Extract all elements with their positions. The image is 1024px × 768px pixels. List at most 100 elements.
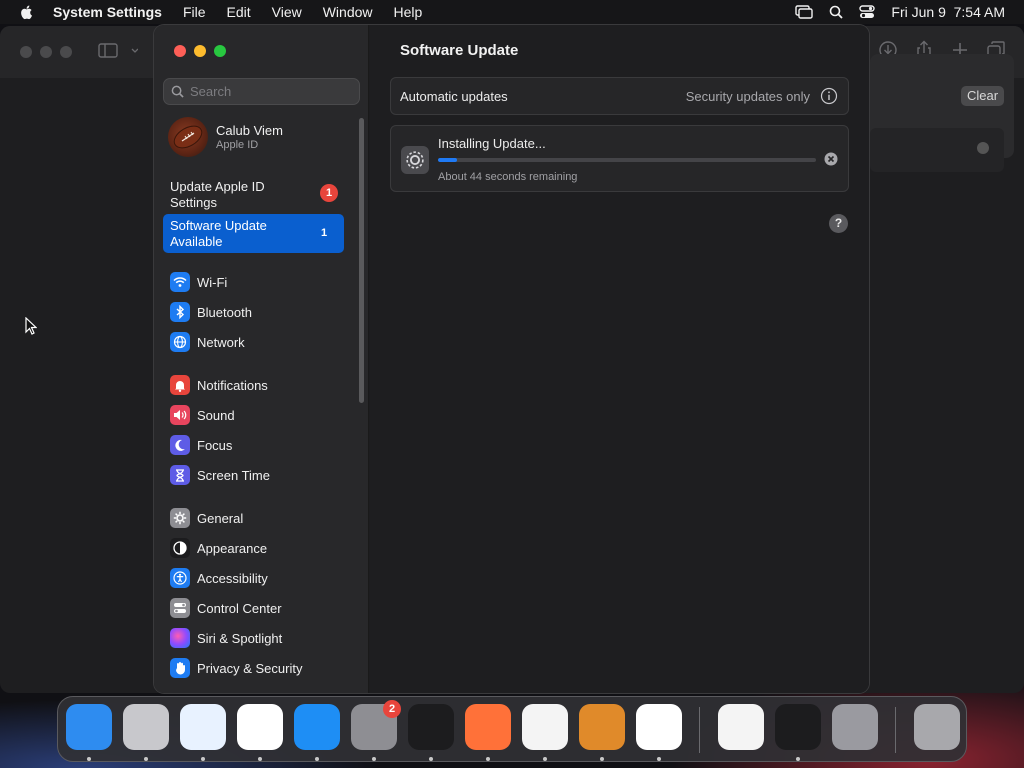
dock-running-indicator bbox=[657, 757, 661, 761]
sidebar-item-screen-time[interactable]: Screen Time bbox=[170, 464, 270, 486]
dock-running-indicator bbox=[543, 757, 547, 761]
notifications-bell-icon bbox=[170, 375, 190, 395]
sidebar-item-wifi[interactable]: Wi-Fi bbox=[170, 271, 227, 293]
dock-separator bbox=[699, 707, 700, 753]
sidebar-item-network[interactable]: Network bbox=[170, 331, 245, 353]
menu-bar-clock[interactable]: Fri Jun 9 7:54 AM bbox=[891, 4, 1005, 20]
info-icon[interactable] bbox=[820, 87, 838, 105]
background-minimize-dot[interactable] bbox=[40, 46, 52, 58]
sidebar-item-notifications[interactable]: Notifications bbox=[170, 374, 268, 396]
automatic-updates-value: Security updates only bbox=[685, 89, 810, 104]
window-controls bbox=[174, 45, 226, 57]
software-update-pane: Software Update Automatic updates Securi… bbox=[370, 25, 869, 693]
control-center-toggles-icon bbox=[170, 598, 190, 618]
sidebar-item-label: Privacy & Security bbox=[197, 660, 303, 676]
sidebar-item-label: Control Center bbox=[197, 600, 282, 616]
dock-running-indicator bbox=[315, 757, 319, 761]
sidebar-item-privacy-security[interactable]: Privacy & Security bbox=[170, 657, 302, 679]
sidebar-item-software-update-available[interactable]: Software Update Available 1 bbox=[163, 214, 344, 253]
dock-running-indicator bbox=[486, 757, 490, 761]
update-apple-id-label: Update Apple ID Settings bbox=[170, 179, 265, 210]
dock-terminal-icon[interactable] bbox=[408, 704, 454, 750]
clear-button[interactable]: Clear bbox=[961, 86, 1005, 106]
time-remaining-text: About 44 seconds remaining bbox=[438, 171, 578, 183]
sidebar-item-label: General bbox=[197, 510, 244, 526]
dock-app-store-icon[interactable] bbox=[294, 704, 340, 750]
mouse-pointer-icon bbox=[25, 317, 37, 335]
dock-badge: 2 bbox=[383, 700, 401, 718]
sidebar-item-update-apple-id[interactable]: Update Apple ID Settings 1 bbox=[170, 179, 345, 211]
profile-subtitle: Apple ID bbox=[216, 139, 259, 151]
sidebar-item-focus[interactable]: Focus bbox=[170, 434, 232, 456]
control-center-icon[interactable] bbox=[859, 5, 876, 19]
minimize-window-button[interactable] bbox=[194, 45, 206, 57]
sidebar-item-label: Accessibility bbox=[197, 570, 268, 586]
dock-running-indicator bbox=[87, 757, 91, 761]
focus-moon-icon bbox=[170, 435, 190, 455]
dock-xcode-instruments-icon[interactable] bbox=[832, 704, 878, 750]
automatic-updates-row[interactable]: Automatic updates Security updates only bbox=[390, 77, 849, 115]
cancel-install-icon[interactable] bbox=[824, 152, 838, 166]
dock-safari-icon[interactable] bbox=[180, 704, 226, 750]
sidebar-item-label: Focus bbox=[197, 437, 233, 453]
page-title: Software Update bbox=[400, 42, 519, 59]
sidebar-item-label: Network bbox=[197, 334, 245, 350]
dock-launchpad-icon[interactable] bbox=[123, 704, 169, 750]
sidebar-item-bluetooth[interactable]: Bluetooth bbox=[170, 301, 252, 323]
dock-visual-studio-icon[interactable] bbox=[718, 704, 764, 750]
dock-chrome-icon[interactable] bbox=[237, 704, 283, 750]
football-avatar-icon bbox=[173, 125, 203, 149]
menu-file[interactable]: File bbox=[183, 4, 206, 20]
screen-mirroring-icon[interactable] bbox=[795, 5, 814, 19]
dock-finder-icon[interactable] bbox=[66, 704, 112, 750]
dock-vscode-icon[interactable] bbox=[636, 704, 682, 750]
background-window-controls bbox=[20, 46, 72, 58]
sidebar-item-appearance[interactable]: Appearance bbox=[170, 537, 267, 559]
sidebar-item-general[interactable]: General bbox=[170, 507, 243, 529]
sidebar-item-accessibility[interactable]: Accessibility bbox=[170, 567, 268, 589]
zoom-window-button[interactable] bbox=[214, 45, 226, 57]
menu-window[interactable]: Window bbox=[323, 4, 373, 20]
settings-sidebar: Calub Viem Apple ID Update Apple ID Sett… bbox=[154, 25, 369, 693]
network-globe-icon bbox=[170, 332, 190, 352]
bluetooth-icon bbox=[170, 302, 190, 322]
sidebar-item-label: Screen Time bbox=[197, 467, 270, 483]
wifi-icon bbox=[170, 272, 190, 292]
spotlight-search-icon[interactable] bbox=[829, 5, 844, 19]
sidebar-search[interactable] bbox=[163, 78, 360, 105]
background-close-dot[interactable] bbox=[20, 46, 32, 58]
close-window-button[interactable] bbox=[174, 45, 186, 57]
apple-menu-icon[interactable] bbox=[19, 4, 35, 20]
install-progress-bar bbox=[438, 158, 816, 162]
system-settings-window: Calub Viem Apple ID Update Apple ID Sett… bbox=[154, 25, 869, 693]
sidebar-toggle-icon[interactable] bbox=[98, 43, 138, 59]
accessibility-icon bbox=[170, 568, 190, 588]
dock-running-indicator bbox=[372, 757, 376, 761]
menu-bar: System Settings File Edit View Window He… bbox=[0, 0, 1024, 24]
menu-edit[interactable]: Edit bbox=[227, 4, 251, 20]
sidebar-item-siri-spotlight[interactable]: Siri & Spotlight bbox=[170, 627, 282, 649]
dock-textedit-icon[interactable] bbox=[522, 704, 568, 750]
sidebar-scrollbar[interactable] bbox=[359, 118, 364, 403]
help-button[interactable]: ? bbox=[829, 214, 848, 233]
sidebar-item-sound[interactable]: Sound bbox=[170, 404, 235, 426]
sidebar-item-control-center[interactable]: Control Center bbox=[170, 597, 282, 619]
apple-id-profile[interactable]: Calub Viem Apple ID bbox=[168, 117, 283, 157]
sidebar-item-label: Appearance bbox=[197, 540, 268, 556]
dock-running-indicator bbox=[144, 757, 148, 761]
profile-name: Calub Viem bbox=[216, 123, 283, 138]
dock-running-indicator bbox=[600, 757, 604, 761]
dock-garageband-icon[interactable] bbox=[579, 704, 625, 750]
dock-activity-monitor-icon[interactable] bbox=[775, 704, 821, 750]
background-zoom-dot[interactable] bbox=[60, 46, 72, 58]
software-update-gear-icon bbox=[401, 146, 429, 174]
background-search-icon[interactable] bbox=[977, 142, 989, 154]
dock-running-indicator bbox=[429, 757, 433, 761]
menu-help[interactable]: Help bbox=[394, 4, 423, 20]
search-input[interactable] bbox=[190, 84, 350, 99]
app-name-menu[interactable]: System Settings bbox=[53, 4, 162, 20]
menu-view[interactable]: View bbox=[272, 4, 302, 20]
search-icon bbox=[171, 85, 184, 98]
dock-firefox-icon[interactable] bbox=[465, 704, 511, 750]
dock-trash-icon[interactable] bbox=[914, 704, 960, 750]
